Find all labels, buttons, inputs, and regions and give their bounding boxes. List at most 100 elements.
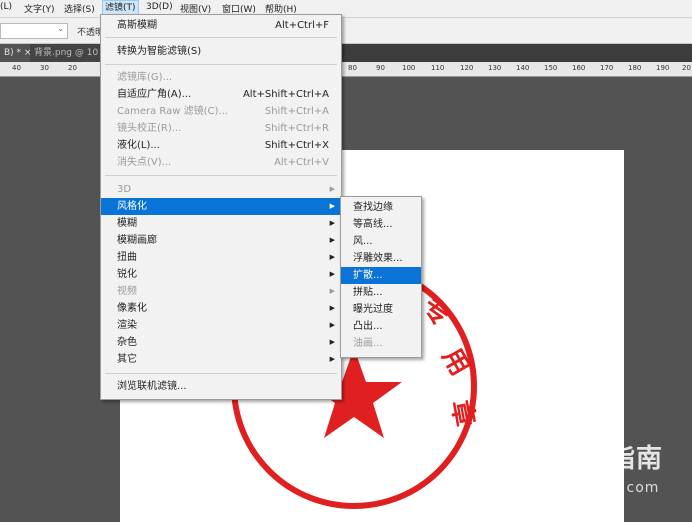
document-tab-active[interactable]: B) * × — [0, 44, 34, 62]
menu-item-label: 其它 — [117, 354, 137, 365]
menu-item-label: 油画... — [353, 338, 383, 349]
chevron-right-icon: ▶ — [329, 202, 335, 210]
submenu-item-wind[interactable]: 风... — [341, 233, 421, 250]
menu-item-label: 浮雕效果... — [353, 253, 403, 264]
filter-menu: 高斯模糊 Alt+Ctrl+F 转换为智能滤镜(S) 滤镜库(G)... 自适应… — [100, 14, 342, 400]
menu-item-label: 浏览联机滤镜... — [117, 381, 187, 392]
menu-item-label: 视频 — [117, 286, 137, 297]
menu-item-label: 消失点(V)... — [117, 157, 172, 168]
ruler-tick: 170 — [600, 64, 614, 72]
chevron-right-icon: ▶ — [329, 253, 335, 261]
ruler-tick: 20 — [68, 64, 77, 72]
submenu-item-extrude[interactable]: 凸出... — [341, 318, 421, 335]
menu-item-noise[interactable]: 杂色 ▶ — [101, 334, 341, 351]
chevron-right-icon: ▶ — [329, 304, 335, 312]
menu-item-label: 3D — [117, 184, 132, 195]
menu-item-sharpen[interactable]: 锐化 ▶ — [101, 266, 341, 283]
submenu-item-contour[interactable]: 等高线... — [341, 216, 421, 233]
chevron-right-icon: ▶ — [329, 287, 335, 295]
menu-item-label: 模糊画廊 — [117, 235, 157, 246]
ruler-tick: 30 — [40, 64, 49, 72]
menu-item-blur-gallery[interactable]: 模糊画廊 ▶ — [101, 232, 341, 249]
menu-item-label: 风格化 — [117, 201, 147, 212]
menu-item-3d: 3D ▶ — [101, 181, 341, 198]
menu-item-label: 像素化 — [117, 303, 147, 314]
ruler-tick: 90 — [376, 64, 385, 72]
menu-item-browse-online-filters[interactable]: 浏览联机滤镜... — [101, 378, 341, 395]
menu-item-adaptive-wide-angle[interactable]: 自适应广角(A)... Alt+Shift+Ctrl+A — [101, 86, 341, 103]
menu-item-other[interactable]: 其它 ▶ — [101, 351, 341, 368]
menu-item-distort[interactable]: 扭曲 ▶ — [101, 249, 341, 266]
submenu-item-emboss[interactable]: 浮雕效果... — [341, 250, 421, 267]
menu-item-label: 渲染 — [117, 320, 137, 331]
ruler-tick: 80 — [348, 64, 357, 72]
menu-item-label: 杂色 — [117, 337, 137, 348]
shortcut-label: Shift+Ctrl+A — [264, 106, 329, 117]
menu-item-label: 镜头校正(R)... — [117, 123, 182, 134]
menu-item-vanishing-point: 消失点(V)... Alt+Ctrl+V — [101, 154, 341, 171]
menu-item-label: 转换为智能滤镜(S) — [117, 46, 202, 57]
chevron-right-icon: ▶ — [329, 236, 335, 244]
menu-item-label: 风... — [353, 236, 373, 247]
shortcut-label: Shift+Ctrl+X — [264, 140, 329, 151]
separator — [105, 64, 337, 65]
mode-select[interactable]: ⌄ — [0, 23, 68, 39]
menu-item-select[interactable]: 选择(S) — [64, 2, 95, 15]
menu-item-label: 滤镜库(G)... — [117, 72, 173, 83]
chevron-right-icon: ▶ — [329, 219, 335, 227]
menu-item-liquify[interactable]: 液化(L)... Shift+Ctrl+X — [101, 137, 341, 154]
menu-item-convert-smart-filter[interactable]: 转换为智能滤镜(S) — [101, 43, 341, 60]
ruler-tick: 20 — [682, 64, 691, 72]
ruler-tick: 150 — [544, 64, 558, 72]
menu-item-lens-correction: 镜头校正(R)... Shift+Ctrl+R — [101, 120, 341, 137]
menu-item-type[interactable]: 文字(Y) — [24, 2, 55, 15]
menu-item-label: 高斯模糊 — [117, 20, 157, 31]
menu-item-label: 液化(L)... — [117, 140, 160, 151]
ruler-tick: 130 — [488, 64, 502, 72]
ruler-tick: 180 — [628, 64, 642, 72]
shortcut-label: Alt+Ctrl+F — [275, 20, 329, 31]
menu-item-label: 模糊 — [117, 218, 137, 229]
sogou-logo-icon: S — [515, 440, 553, 479]
submenu-item-diffuse[interactable]: 扩散... — [341, 267, 421, 284]
menu-item-label: 曝光过度 — [353, 304, 393, 315]
menu-item-video: 视频 ▶ — [101, 283, 341, 300]
watermark-logo: S 搜狗指南 — [515, 438, 663, 479]
menu-item-3d[interactable]: 3D(D) — [146, 2, 173, 12]
stylize-submenu: 查找边缘 等高线... 风... 浮雕效果... 扩散... 拼贴... 曝光过… — [340, 196, 422, 358]
watermark-text: 搜狗指南 — [555, 444, 664, 474]
menu-item-pixelate[interactable]: 像素化 ▶ — [101, 300, 341, 317]
menu-item-gaussian-blur[interactable]: 高斯模糊 Alt+Ctrl+F — [101, 17, 341, 34]
menu-item-layer[interactable]: (L) — [0, 2, 12, 12]
chevron-right-icon: ▶ — [329, 338, 335, 346]
submenu-item-find-edges[interactable]: 查找边缘 — [341, 199, 421, 216]
ruler-tick: 120 — [460, 64, 474, 72]
tab-label: 背景.png @ 10 — [34, 48, 99, 58]
tab-label: B) * — [4, 48, 22, 58]
menu-item-label: 查找边缘 — [353, 202, 393, 213]
menu-item-label: Camera Raw 滤镜(C)... — [117, 106, 228, 117]
menu-item-label: 凸出... — [353, 321, 383, 332]
menu-item-blur[interactable]: 模糊 ▶ — [101, 215, 341, 232]
submenu-item-solarize[interactable]: 曝光过度 — [341, 301, 421, 318]
menu-item-label: 拼贴... — [353, 287, 383, 298]
submenu-item-tiles[interactable]: 拼贴... — [341, 284, 421, 301]
menu-item-render[interactable]: 渲染 ▶ — [101, 317, 341, 334]
chevron-right-icon: ▶ — [329, 321, 335, 329]
separator — [105, 175, 337, 176]
watermark-url: zhinan.sogou.com — [516, 480, 660, 496]
chevron-down-icon: ⌄ — [57, 24, 64, 33]
menu-item-label: 自适应广角(A)... — [117, 89, 192, 100]
menu-item-camera-raw: Camera Raw 滤镜(C)... Shift+Ctrl+A — [101, 103, 341, 120]
ruler-tick: 140 — [516, 64, 530, 72]
chevron-right-icon: ▶ — [329, 355, 335, 363]
shortcut-label: Shift+Ctrl+R — [264, 123, 329, 134]
ruler-tick: 160 — [572, 64, 586, 72]
separator — [105, 373, 337, 374]
menu-item-filter-gallery: 滤镜库(G)... — [101, 69, 341, 86]
ruler-tick: 100 — [402, 64, 416, 72]
menu-item-label: 扭曲 — [117, 252, 137, 263]
menu-item-stylize[interactable]: 风格化 ▶ — [101, 198, 341, 215]
ruler-tick: 110 — [431, 64, 445, 72]
chevron-right-icon: ▶ — [329, 185, 335, 193]
